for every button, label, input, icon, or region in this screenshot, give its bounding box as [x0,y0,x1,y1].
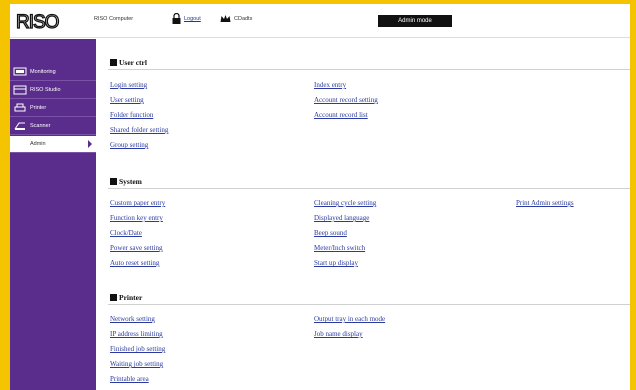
link-group-setting[interactable]: Group setting [110,141,148,149]
section-title-printer: Printer [110,293,142,302]
link-waiting-job-setting[interactable]: Waiting job setting [110,360,163,368]
riso-logo: RISO [15,11,60,32]
arrow-right-icon [88,140,92,148]
link-shared-folder-setting[interactable]: Shared folder setting [110,126,168,134]
main-content: User ctrl Login setting User setting Fol… [96,39,630,390]
link-folder-function[interactable]: Folder function [110,111,153,119]
link-function-key-entry[interactable]: Function key entry [110,214,163,222]
svg-text:RISO: RISO [16,12,59,32]
app-window: RISO RISO Computer Logout CDadts Admin m… [10,4,630,390]
link-network-setting[interactable]: Network setting [110,315,155,323]
admin-mode-button[interactable]: Admin mode [378,15,452,27]
link-account-record-list[interactable]: Account record list [314,111,368,119]
link-printable-area[interactable]: Printable area [110,375,149,383]
link-user-setting[interactable]: User setting [110,96,144,104]
link-finished-job-setting[interactable]: Finished job setting [110,345,165,353]
link-index-entry[interactable]: Index entry [314,81,346,89]
sidebar-item-label: Scanner [30,123,51,129]
link-beep-sound[interactable]: Beep sound [314,229,347,237]
sidebar-item-label: Printer [30,105,47,111]
divider [108,69,630,70]
link-job-name-display[interactable]: Job name display [314,330,363,338]
printer-name: RISO Computer [94,16,134,22]
header-bar: RISO RISO Computer Logout CDadts Admin m… [10,4,630,38]
sidebar-item-monitoring[interactable]: Monitoring [10,64,96,81]
studio-icon [13,85,27,95]
sidebar-item-printer[interactable]: Printer [10,100,96,117]
scanner-icon [14,122,25,130]
link-clock-date[interactable]: Clock/Date [110,229,142,237]
link-login-setting[interactable]: Login setting [110,81,147,89]
link-ip-address-limiting[interactable]: IP address limiting [110,330,163,338]
sidebar-item-label: Admin [30,141,46,147]
lock-icon [172,13,181,24]
link-power-save-setting[interactable]: Power save setting [110,244,163,252]
section-title-system: System [110,177,142,186]
sidebar-item-label: RISO Studio [30,87,61,93]
logout-link[interactable]: Logout [184,16,201,22]
divider [108,188,630,189]
sidebar-item-label: Monitoring [30,69,56,75]
section-bullet-icon [110,178,117,185]
section-title-user-ctrl: User ctrl [110,58,147,67]
link-displayed-language[interactable]: Displayed language [314,214,369,222]
link-meter-inch-switch[interactable]: Meter/Inch switch [314,244,365,252]
user-name: CDadts [234,16,253,22]
sidebar: Monitoring RISO Studio Printer Scanner A [10,39,96,390]
divider [108,304,630,305]
link-output-tray-in-each-mode[interactable]: Output tray in each mode [314,315,385,323]
link-print-admin-settings[interactable]: Print Admin settings [516,199,574,207]
section-bullet-icon [110,59,117,66]
link-start-up-display[interactable]: Start up display [314,259,358,267]
section-bullet-icon [110,294,117,301]
sidebar-item-scanner[interactable]: Scanner [10,118,96,135]
printer-icon [14,103,26,112]
link-cleaning-cycle-setting[interactable]: Cleaning cycle setting [314,199,376,207]
sidebar-item-riso-studio[interactable]: RISO Studio [10,82,96,99]
link-custom-paper-entry[interactable]: Custom paper entry [110,199,165,207]
monitor-icon [13,67,27,76]
user-icon [220,15,231,22]
link-account-record-setting[interactable]: Account record setting [314,96,378,104]
link-auto-reset-setting[interactable]: Auto reset setting [110,259,159,267]
sidebar-item-admin[interactable]: Admin [10,136,96,153]
